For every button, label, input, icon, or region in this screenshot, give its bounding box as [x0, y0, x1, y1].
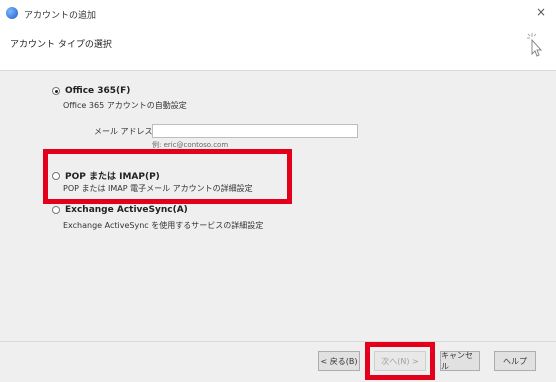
- option-exchange-activesync-description: Exchange ActiveSync を使用するサービスの詳細設定: [63, 221, 264, 230]
- option-office365[interactable]: Office 365(F): [52, 86, 130, 96]
- dialog-header: アカウント タイプの選択: [0, 26, 556, 71]
- option-pop-imap[interactable]: POP または IMAP(P): [52, 169, 160, 182]
- cursor-icon: [527, 33, 543, 57]
- outlook-app-icon: [6, 7, 18, 19]
- cancel-button[interactable]: キャンセル: [440, 351, 480, 371]
- window-title: アカウントの追加: [24, 11, 97, 21]
- help-button[interactable]: ヘルプ: [494, 351, 536, 371]
- option-pop-imap-description: POP または IMAP 電子メール アカウントの詳細設定: [63, 184, 253, 193]
- radio-pop-imap[interactable]: [52, 171, 60, 180]
- title-bar: アカウントの追加 ×: [0, 0, 556, 26]
- option-office365-label: Office 365(F): [65, 86, 131, 96]
- page-title: アカウント タイプの選択: [10, 40, 112, 50]
- option-office365-description: Office 365 アカウントの自動設定: [63, 101, 187, 110]
- option-exchange-activesync-label: Exchange ActiveSync(A): [65, 205, 188, 215]
- option-pop-imap-label: POP または IMAP(P): [65, 172, 160, 182]
- back-button[interactable]: < 戻る(B): [318, 351, 360, 371]
- option-exchange-activesync[interactable]: Exchange ActiveSync(A): [52, 205, 188, 215]
- radio-exchange-activesync[interactable]: [52, 206, 60, 214]
- email-hint: 例: eric@contoso.com: [152, 141, 229, 149]
- email-field[interactable]: [152, 124, 358, 138]
- close-icon[interactable]: ×: [536, 5, 546, 19]
- next-button[interactable]: 次へ(N) >: [374, 351, 426, 371]
- radio-office365[interactable]: [52, 87, 60, 95]
